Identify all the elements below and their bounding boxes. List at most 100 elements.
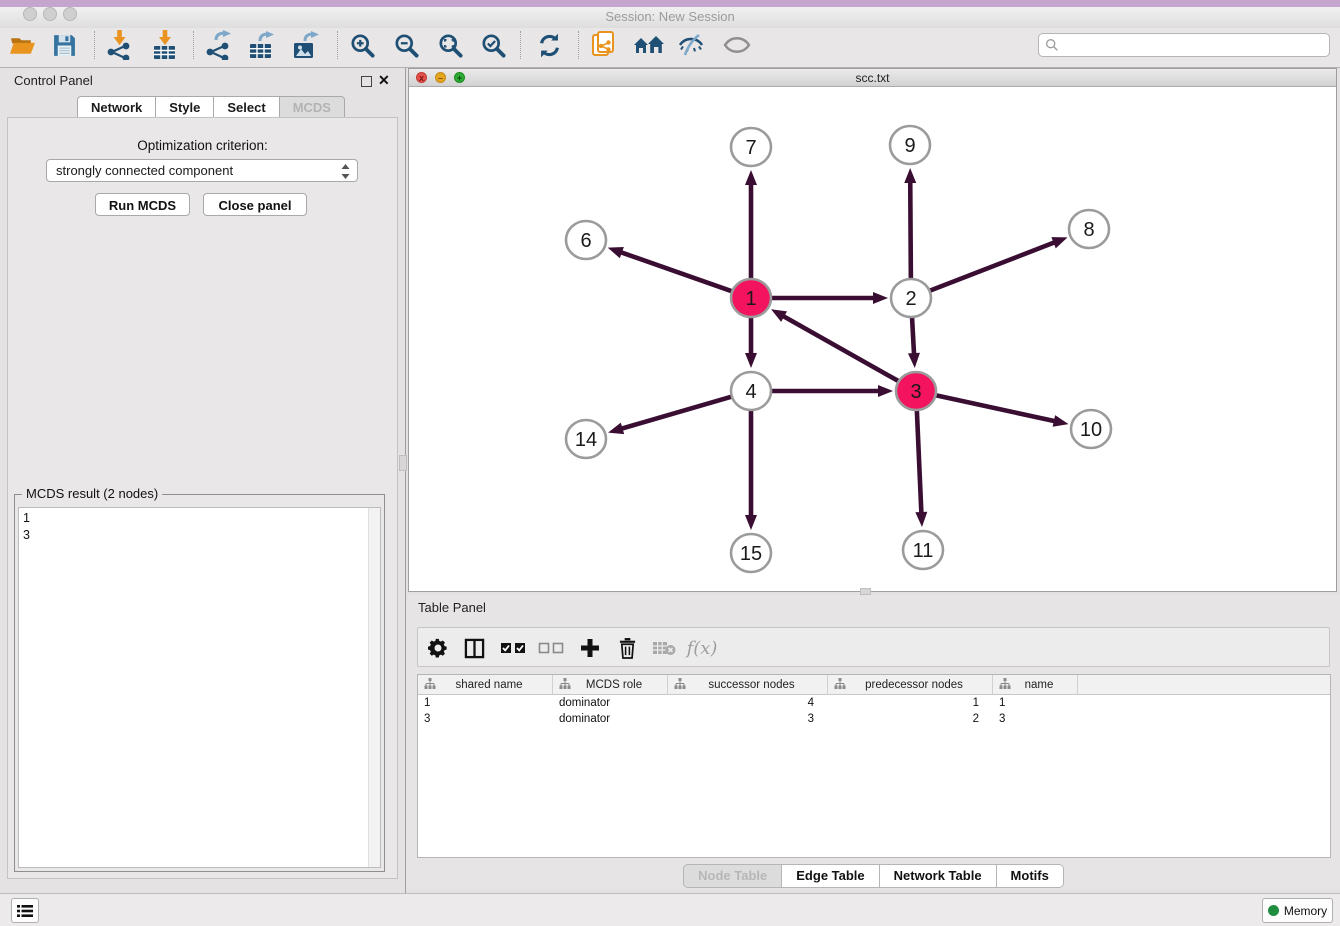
application-window: Session: New Session [0,0,1340,926]
close-traffic-light[interactable] [23,7,37,21]
column-header-predecessor-nodes[interactable]: predecessor nodes [828,675,993,694]
tab-motifs[interactable]: Motifs [997,864,1064,888]
cell-predecessor-nodes[interactable]: 2 [828,713,993,725]
column-label: MCDS role [571,679,667,691]
close-panel-button[interactable]: Close panel [203,193,307,216]
apply-layout-icon[interactable] [531,27,567,63]
first-neighbors-icon[interactable] [630,27,666,63]
hide-selected-icon[interactable] [673,27,709,63]
network-window-titlebar[interactable]: x – + scc.txt [409,69,1336,87]
cell-shared-name[interactable]: 1 [418,697,553,709]
column-type-icon [553,677,571,692]
zoom-fit-icon[interactable] [432,27,468,63]
edge-3-1[interactable] [782,316,899,382]
cell-name[interactable]: 1 [993,697,1078,709]
edge-2-3[interactable] [912,317,914,355]
toolbar-separator [337,31,338,59]
save-session-icon[interactable] [46,27,82,63]
zoom-traffic-light[interactable] [63,7,77,21]
network-canvas[interactable]: 7968124314101511 [409,87,1336,591]
run-mcds-button[interactable]: Run MCDS [95,193,190,216]
column-header-MCDS-role[interactable]: MCDS role [553,675,668,694]
optimization-criterion-dropdown[interactable]: strongly connected component [46,159,358,182]
search-box[interactable] [1038,33,1330,57]
add-column-icon[interactable] [572,630,608,666]
function-builder-icon[interactable]: f(x) [684,630,720,666]
delete-columns-icon[interactable] [609,630,645,666]
vertical-splitter-handle[interactable] [860,588,871,595]
export-network-icon[interactable] [200,27,236,63]
desktop-edge [0,0,1340,7]
table-body: 1dominator4113dominator323 [418,695,1330,727]
import-table-icon[interactable] [147,27,183,63]
edge-2-9[interactable] [910,181,911,279]
edge-1-6[interactable] [620,252,733,292]
result-scrollbar[interactable] [368,508,380,867]
open-session-icon[interactable] [4,27,40,63]
column-header-name[interactable]: name [993,675,1078,694]
export-image-icon[interactable] [287,27,323,63]
show-columns-icon[interactable] [456,630,492,666]
edge-4-14[interactable] [621,396,733,429]
close-panel-icon[interactable]: ✕ [378,75,390,86]
show-all-icon[interactable] [719,27,755,63]
node-label-14: 14 [575,429,597,451]
table-row[interactable]: 1dominator411 [418,695,1330,711]
arrowhead-icon [908,353,920,368]
memory-button[interactable]: Memory [1262,898,1333,923]
list-icon [17,904,33,918]
column-header-shared-name[interactable]: shared name [418,675,553,694]
node-label-8: 8 [1083,219,1094,241]
table-options-icon[interactable] [420,630,456,666]
arrowhead-icon [904,168,916,183]
node-label-1: 1 [745,288,756,310]
tab-network-table[interactable]: Network Table [880,864,997,888]
network-view-window: x – + scc.txt 7968124314101511 [408,68,1337,592]
unselect-all-columns-icon[interactable] [533,630,569,666]
zoom-selected-icon[interactable] [475,27,511,63]
select-all-columns-icon[interactable] [495,630,531,666]
cell-name[interactable]: 3 [993,713,1078,725]
toolbar-separator [578,31,579,59]
zoom-in-icon[interactable] [344,27,380,63]
cell-predecessor-nodes[interactable]: 1 [828,697,993,709]
mcds-result-textarea[interactable]: 1 3 [18,507,381,868]
column-label: predecessor nodes [846,679,992,691]
window-title: Session: New Session [0,9,1340,24]
minimize-traffic-light[interactable] [43,7,57,21]
toolbar-separator [193,31,194,59]
task-history-button[interactable] [11,898,39,923]
cell-successor-nodes[interactable]: 3 [668,713,828,725]
new-network-from-selection-icon[interactable] [586,27,622,63]
import-network-icon[interactable] [101,27,137,63]
float-panel-icon[interactable] [361,76,372,87]
delete-table-icon[interactable] [646,630,682,666]
export-table-icon[interactable] [243,27,279,63]
table-row[interactable]: 3dominator323 [418,711,1330,727]
search-input[interactable] [1063,37,1329,53]
mcds-tab-content: Optimization criterion: strongly connect… [7,117,398,879]
edge-2-8[interactable] [929,242,1056,291]
titlebar: Session: New Session [0,7,1340,28]
dropdown-value: strongly connected component [56,163,233,178]
cell-shared-name[interactable]: 3 [418,713,553,725]
tab-edge-table[interactable]: Edge Table [782,864,879,888]
column-type-icon [668,677,686,692]
control-panel-title: Control Panel [14,73,93,88]
column-type-icon [418,677,436,692]
tab-node-table[interactable]: Node Table [683,864,782,888]
cell-successor-nodes[interactable]: 4 [668,697,828,709]
column-label: successor nodes [686,679,827,691]
horizontal-splitter-handle[interactable] [399,455,407,471]
node-label-2: 2 [905,288,916,310]
cell-MCDS-role[interactable]: dominator [553,713,668,725]
edge-3-10[interactable] [935,395,1056,421]
edge-3-11[interactable] [917,410,922,514]
arrowhead-icon [771,309,787,322]
table-panel-title: Table Panel [418,600,486,615]
column-header-successor-nodes[interactable]: successor nodes [668,675,828,694]
node-label-15: 15 [740,543,762,565]
cell-MCDS-role[interactable]: dominator [553,697,668,709]
zoom-out-icon[interactable] [388,27,424,63]
control-panel: Control Panel ✕ NetworkStyleSelectMCDS O… [0,68,406,893]
